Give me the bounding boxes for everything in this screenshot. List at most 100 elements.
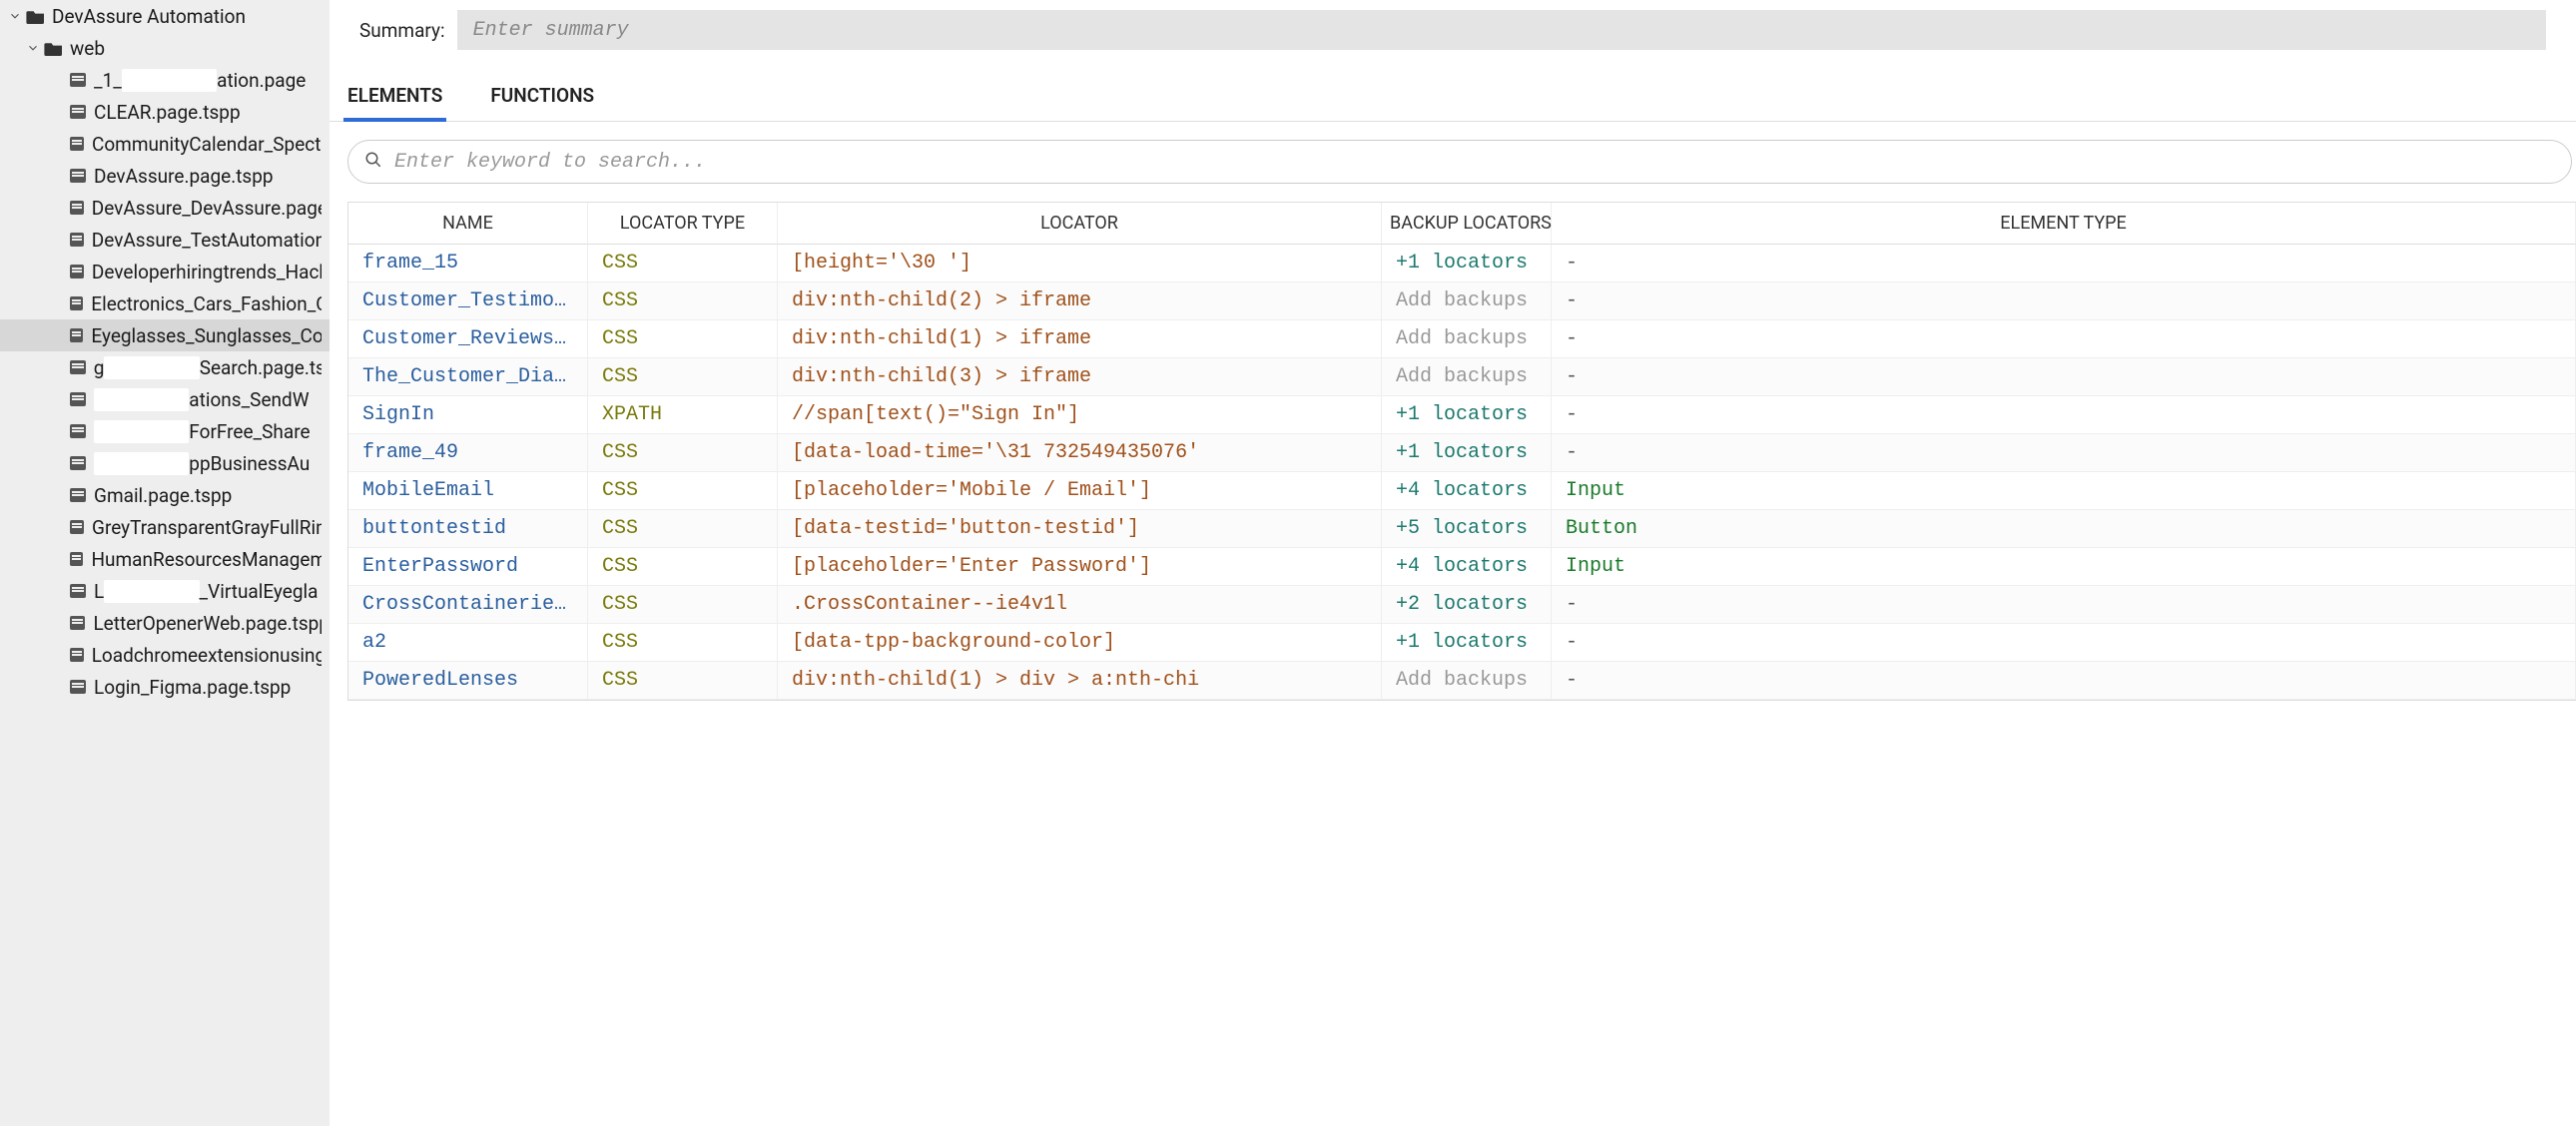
cell-backup-locators[interactable]: +1 locators (1382, 396, 1552, 434)
cell-backup-locators[interactable]: +4 locators (1382, 472, 1552, 510)
table-row[interactable]: MobileEmailCSS[placeholder='Mobile / Ema… (348, 472, 2576, 510)
cell-locator-type[interactable]: CSS (588, 434, 778, 472)
tab-functions[interactable]: FUNCTIONS (486, 74, 598, 121)
cell-element-type[interactable]: - (1552, 282, 2576, 320)
cell-element-type[interactable]: - (1552, 320, 2576, 358)
sidebar-file[interactable]: Eyeglasses_Sunglasses_Contact (0, 319, 329, 351)
cell-name[interactable]: a2 (348, 624, 588, 662)
cell-element-type[interactable]: - (1552, 662, 2576, 700)
summary-input[interactable] (457, 10, 2546, 50)
sidebar-file[interactable]: CLEAR.page.tspp (0, 96, 329, 128)
cell-backup-locators[interactable]: Add backups (1382, 662, 1552, 700)
cell-element-type[interactable]: - (1552, 434, 2576, 472)
cell-element-type[interactable]: - (1552, 358, 2576, 396)
cell-name[interactable]: frame_49 (348, 434, 588, 472)
cell-locator[interactable]: //span[text()="Sign In"] (778, 396, 1382, 434)
cell-backup-locators[interactable]: Add backups (1382, 358, 1552, 396)
sidebar-file[interactable]: XXXXXXXXForFree_Share (0, 415, 329, 447)
cell-name[interactable]: PoweredLenses (348, 662, 588, 700)
cell-backup-locators[interactable]: Add backups (1382, 320, 1552, 358)
sidebar-file[interactable]: XXXXXXXXppBusinessAu (0, 447, 329, 479)
table-row[interactable]: frame_49CSS[data-load-time='\31 73254943… (348, 434, 2576, 472)
table-row[interactable]: The_Customer_Diar…CSSdiv:nth-child(3) > … (348, 358, 2576, 396)
search-pill[interactable] (347, 140, 2572, 184)
cell-backup-locators[interactable]: +1 locators (1382, 624, 1552, 662)
sidebar-file[interactable]: XXXXXXXXations_SendW (0, 383, 329, 415)
sidebar-file[interactable]: HumanResourcesManagementS (0, 543, 329, 575)
cell-name[interactable]: SignIn (348, 396, 588, 434)
cell-locator-type[interactable]: XPATH (588, 396, 778, 434)
sidebar-file[interactable]: Gmail.page.tspp (0, 479, 329, 511)
cell-name[interactable]: Customer_Reviews_… (348, 320, 588, 358)
cell-locator[interactable]: [data-tpp-background-color] (778, 624, 1382, 662)
tree-root[interactable]: DevAssure Automation (0, 0, 329, 32)
table-row[interactable]: PoweredLensesCSSdiv:nth-child(1) > div >… (348, 662, 2576, 700)
cell-element-type[interactable]: Input (1552, 472, 2576, 510)
cell-name[interactable]: CrossContainerie4… (348, 586, 588, 624)
sidebar-file[interactable]: Developerhiringtrends_HackerE (0, 256, 329, 287)
cell-locator-type[interactable]: CSS (588, 358, 778, 396)
sidebar-file[interactable]: DevAssure_TestAutomationPlat (0, 224, 329, 256)
table-row[interactable]: frame_15CSS[height='\30 ']+1 locators- (348, 245, 2576, 282)
sidebar-file[interactable]: Loadchromeextensionusingsele (0, 639, 329, 671)
table-row[interactable]: a2CSS[data-tpp-background-color]+1 locat… (348, 624, 2576, 662)
cell-locator-type[interactable]: CSS (588, 245, 778, 282)
sidebar-file[interactable]: CommunityCalendar_Spectrum (0, 128, 329, 160)
cell-name[interactable]: frame_15 (348, 245, 588, 282)
cell-locator[interactable]: [placeholder='Enter Password'] (778, 548, 1382, 586)
cell-locator-type[interactable]: CSS (588, 586, 778, 624)
table-row[interactable]: Customer_Reviews_…CSSdiv:nth-child(1) > … (348, 320, 2576, 358)
cell-name[interactable]: MobileEmail (348, 472, 588, 510)
table-row[interactable]: Customer_Testimon…CSSdiv:nth-child(2) > … (348, 282, 2576, 320)
cell-locator[interactable]: div:nth-child(1) > iframe (778, 320, 1382, 358)
sidebar-file[interactable]: Login_Figma.page.tspp (0, 671, 329, 703)
cell-locator-type[interactable]: CSS (588, 510, 778, 548)
cell-backup-locators[interactable]: +2 locators (1382, 586, 1552, 624)
sidebar-file[interactable]: GreyTransparentGrayFullRimRe (0, 511, 329, 543)
cell-element-type[interactable]: - (1552, 245, 2576, 282)
sidebar-file[interactable]: Electronics_Cars_Fashion_Collec (0, 287, 329, 319)
cell-name[interactable]: The_Customer_Diar… (348, 358, 588, 396)
cell-locator[interactable]: div:nth-child(2) > iframe (778, 282, 1382, 320)
cell-locator[interactable]: div:nth-child(1) > div > a:nth-chi (778, 662, 1382, 700)
cell-locator[interactable]: [data-testid='button-testid'] (778, 510, 1382, 548)
cell-locator-type[interactable]: CSS (588, 472, 778, 510)
cell-name[interactable]: buttontestid (348, 510, 588, 548)
cell-element-type[interactable]: Input (1552, 548, 2576, 586)
sidebar-file[interactable]: DevAssure_DevAssure.page.tsp (0, 192, 329, 224)
sidebar-file[interactable]: _1_XXXXXXXXation.page (0, 64, 329, 96)
cell-element-type[interactable]: Button (1552, 510, 2576, 548)
sidebar-file[interactable]: DevAssure.page.tspp (0, 160, 329, 192)
sidebar-file-label: DevAssure.page.tspp (94, 165, 274, 188)
sidebar-file[interactable]: gXXXXXXXXSearch.page.ts (0, 351, 329, 383)
table-row[interactable]: SignInXPATH//span[text()="Sign In"]+1 lo… (348, 396, 2576, 434)
table-row[interactable]: CrossContainerie4…CSS.CrossContainer--ie… (348, 586, 2576, 624)
cell-locator-type[interactable]: CSS (588, 662, 778, 700)
cell-backup-locators[interactable]: +4 locators (1382, 548, 1552, 586)
cell-backup-locators[interactable]: +5 locators (1382, 510, 1552, 548)
table-row[interactable]: buttontestidCSS[data-testid='button-test… (348, 510, 2576, 548)
cell-locator[interactable]: [data-load-time='\31 732549435076' (778, 434, 1382, 472)
tree-folder[interactable]: web (0, 32, 329, 64)
sidebar-file[interactable]: LXXXXXXXX_VirtualEyegla (0, 575, 329, 607)
cell-name[interactable]: Customer_Testimon… (348, 282, 588, 320)
sidebar-file[interactable]: LetterOpenerWeb.page.tspp (0, 607, 329, 639)
cell-name[interactable]: EnterPassword (348, 548, 588, 586)
cell-backup-locators[interactable]: +1 locators (1382, 434, 1552, 472)
cell-locator-type[interactable]: CSS (588, 548, 778, 586)
search-input[interactable] (394, 151, 2555, 174)
cell-element-type[interactable]: - (1552, 586, 2576, 624)
tab-elements[interactable]: ELEMENTS (343, 74, 446, 121)
cell-backup-locators[interactable]: +1 locators (1382, 245, 1552, 282)
cell-locator-type[interactable]: CSS (588, 624, 778, 662)
cell-element-type[interactable]: - (1552, 396, 2576, 434)
cell-locator[interactable]: [height='\30 '] (778, 245, 1382, 282)
table-row[interactable]: EnterPasswordCSS[placeholder='Enter Pass… (348, 548, 2576, 586)
cell-locator[interactable]: [placeholder='Mobile / Email'] (778, 472, 1382, 510)
cell-locator[interactable]: div:nth-child(3) > iframe (778, 358, 1382, 396)
cell-locator[interactable]: .CrossContainer--ie4v1l (778, 586, 1382, 624)
cell-locator-type[interactable]: CSS (588, 282, 778, 320)
cell-element-type[interactable]: - (1552, 624, 2576, 662)
cell-backup-locators[interactable]: Add backups (1382, 282, 1552, 320)
cell-locator-type[interactable]: CSS (588, 320, 778, 358)
